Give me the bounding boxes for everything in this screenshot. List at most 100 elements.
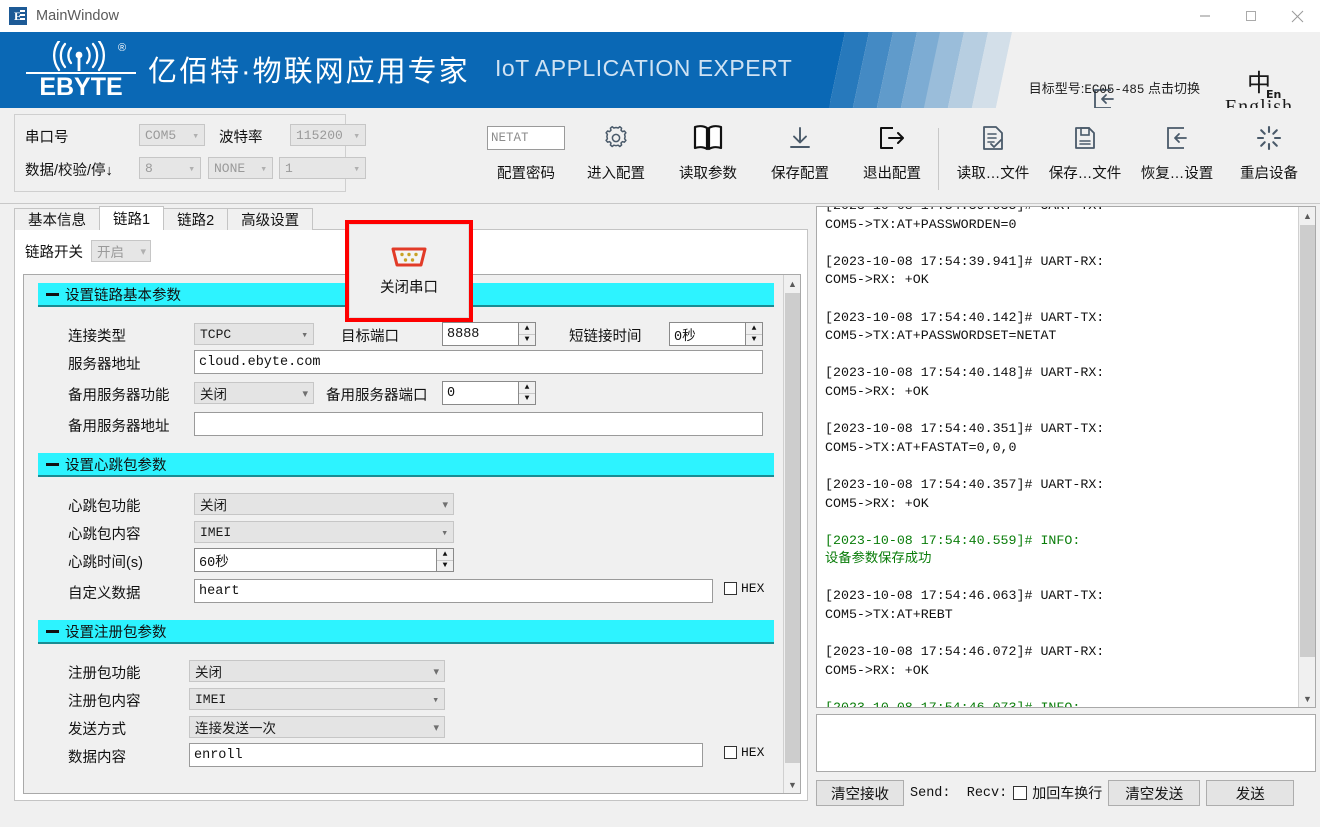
link-switch-select[interactable]: 开启▾ xyxy=(91,240,151,262)
spin-down-icon[interactable]: ▼ xyxy=(437,561,453,572)
row-heartbeat-content: 心跳包内容 IMEI▾ xyxy=(38,519,784,547)
close-icon[interactable] xyxy=(1274,0,1320,32)
reg-content-select[interactable]: IMEI▾ xyxy=(189,688,445,710)
spin-up-icon[interactable]: ▲ xyxy=(746,323,762,335)
read-params-label: 读取参数 xyxy=(679,162,737,183)
enter-config-button[interactable]: 进入配置 xyxy=(570,120,662,183)
row-backup-server-address: 备用服务器地址 xyxy=(38,411,784,445)
spin-up-icon[interactable]: ▲ xyxy=(519,323,535,335)
chevron-down-icon: ▾ xyxy=(432,693,439,707)
reg-data-input[interactable]: enroll xyxy=(189,743,703,767)
backup-addr-input[interactable] xyxy=(194,412,763,436)
crlf-checkbox-row[interactable]: 加回车换行 xyxy=(1013,783,1102,803)
maximize-icon[interactable] xyxy=(1228,0,1274,32)
spin-up-icon[interactable]: ▲ xyxy=(519,382,535,394)
link-settings-content: 设置链路基本参数 连接类型 TCPC▾ 目标端口 8888 ▲▼ 短链接时间 xyxy=(24,275,784,790)
hb-fn-select[interactable]: 关闭▾ xyxy=(194,493,454,515)
server-addr-input[interactable]: cloud.ebyte.com xyxy=(194,350,763,374)
save-config-label: 保存配置 xyxy=(771,162,829,183)
hb-custom-input[interactable]: heart xyxy=(194,579,713,603)
baud-select[interactable]: 115200▾ xyxy=(290,124,366,146)
tab-link1[interactable]: 链路1 xyxy=(99,206,164,230)
spin-down-icon[interactable]: ▼ xyxy=(519,394,535,405)
short-conn-label: 短链接时间 xyxy=(569,325,642,346)
reg-fn-select[interactable]: 关闭▾ xyxy=(189,660,445,682)
config-password-item[interactable]: NETAT 配置密码 xyxy=(480,120,572,183)
config-password-label: 配置密码 xyxy=(497,162,555,183)
lang-word: English xyxy=(1204,96,1314,108)
minimize-icon[interactable] xyxy=(1182,0,1228,32)
hb-time-label: 心跳时间(s) xyxy=(68,551,143,572)
backup-port-spinner[interactable]: 0 ▲▼ xyxy=(442,381,536,405)
hb-content-select[interactable]: IMEI▾ xyxy=(194,521,454,543)
spin-down-icon[interactable]: ▼ xyxy=(746,335,762,346)
app-icon: E xyxy=(9,7,27,25)
row-heartbeat-interval: 心跳时间(s) 60秒 ▲▼ xyxy=(38,547,784,578)
backup-port-label: 备用服务器端口 xyxy=(326,384,428,405)
scroll-down-icon[interactable]: ▼ xyxy=(784,776,801,793)
conn-type-select[interactable]: TCPC▾ xyxy=(194,323,314,345)
short-conn-spinner[interactable]: 0秒 ▲▼ xyxy=(669,322,763,346)
log-scrollbar[interactable]: ▲ ▼ xyxy=(1298,207,1315,707)
log-line xyxy=(825,680,1295,699)
spinner-buttons[interactable]: ▲▼ xyxy=(518,382,535,404)
tab-link2[interactable]: 链路2 xyxy=(163,208,228,230)
log-line xyxy=(825,346,1295,365)
spinner-buttons[interactable]: ▲▼ xyxy=(745,323,762,345)
hb-time-spinner[interactable]: 60秒 ▲▼ xyxy=(194,548,454,572)
clear-send-button[interactable]: 清空发送 xyxy=(1108,780,1200,806)
backup-fn-select[interactable]: 关闭▾ xyxy=(194,382,314,404)
tab-advanced-settings[interactable]: 高级设置 xyxy=(227,208,313,230)
log-pane: [2023-10-08 17:54:39.935]# UART-TX:COM5-… xyxy=(816,206,1316,826)
send-mode-select[interactable]: 连接发送一次▾ xyxy=(189,716,445,738)
send-counter-label: Send: xyxy=(910,786,951,801)
log-line: [2023-10-08 17:54:39.935]# UART-TX: xyxy=(825,206,1295,216)
clear-receive-button[interactable]: 清空接收 xyxy=(816,780,904,806)
scroll-up-icon[interactable]: ▲ xyxy=(784,275,801,292)
reg-hex-checkbox-row[interactable]: HEX xyxy=(724,745,764,760)
reg-hex-checkbox[interactable] xyxy=(724,746,737,759)
tab-basic-info[interactable]: 基本信息 xyxy=(14,208,100,230)
send-input[interactable] xyxy=(816,714,1316,772)
stop-bits-select[interactable]: 1▾ xyxy=(279,157,366,179)
spinner-buttons[interactable]: ▲▼ xyxy=(518,323,535,345)
crlf-checkbox[interactable] xyxy=(1013,786,1027,800)
language-toggle[interactable]: 中En English xyxy=(1204,70,1314,108)
reg-fn-label: 注册包功能 xyxy=(68,662,141,683)
reboot-device-button[interactable]: 重启设备 xyxy=(1223,120,1315,183)
spinner-buttons[interactable]: ▲▼ xyxy=(436,549,453,571)
read-from-file-button[interactable]: 读取…文件 xyxy=(947,120,1039,183)
scrollbar-thumb[interactable] xyxy=(785,293,800,763)
save-to-file-button[interactable]: 保存…文件 xyxy=(1039,120,1131,183)
save-config-button[interactable]: 保存配置 xyxy=(754,120,846,183)
hb-hex-checkbox[interactable] xyxy=(724,582,737,595)
hb-hex-checkbox-row[interactable]: HEX xyxy=(724,581,764,596)
chevron-down-icon: ▾ xyxy=(442,498,448,511)
parity-select[interactable]: NONE▾ xyxy=(208,157,273,179)
scroll-down-icon[interactable]: ▼ xyxy=(1299,690,1316,707)
server-addr-label: 服务器地址 xyxy=(68,353,141,374)
data-bits-select[interactable]: 8▾ xyxy=(139,157,201,179)
window-controls xyxy=(1182,0,1320,32)
spin-down-icon[interactable]: ▼ xyxy=(519,335,535,346)
restore-settings-button[interactable]: 恢复…设置 xyxy=(1131,120,1223,183)
target-model-row[interactable]: 目标型号:EC05-485 点击切换 xyxy=(1029,78,1200,97)
port-select[interactable]: COM5▾ xyxy=(139,124,205,146)
log-output-box[interactable]: [2023-10-08 17:54:39.935]# UART-TX:COM5-… xyxy=(816,206,1316,708)
close-serial-button[interactable]: 关闭串口 xyxy=(349,224,469,318)
chevron-down-icon: ▾ xyxy=(433,665,439,678)
config-password-input[interactable]: NETAT xyxy=(487,126,565,150)
log-line: [2023-10-08 17:54:46.073]# INFO: xyxy=(825,699,1295,708)
exit-config-button[interactable]: 退出配置 xyxy=(846,120,938,183)
reboot-icon xyxy=(1254,123,1284,153)
tab-bar: 基本信息 链路1 链路2 高级设置 xyxy=(14,206,312,230)
dest-port-spinner[interactable]: 8888 ▲▼ xyxy=(442,322,536,346)
send-button[interactable]: 发送 xyxy=(1206,780,1294,806)
chevron-down-icon: ▾ xyxy=(188,162,195,176)
settings-scrollbar[interactable]: ▲ ▼ xyxy=(783,275,800,793)
scrollbar-thumb[interactable] xyxy=(1300,225,1315,657)
read-params-button[interactable]: 读取参数 xyxy=(662,120,754,183)
spin-up-icon[interactable]: ▲ xyxy=(437,549,453,561)
scroll-up-icon[interactable]: ▲ xyxy=(1299,207,1316,224)
chevron-down-icon: ▾ xyxy=(302,387,308,400)
